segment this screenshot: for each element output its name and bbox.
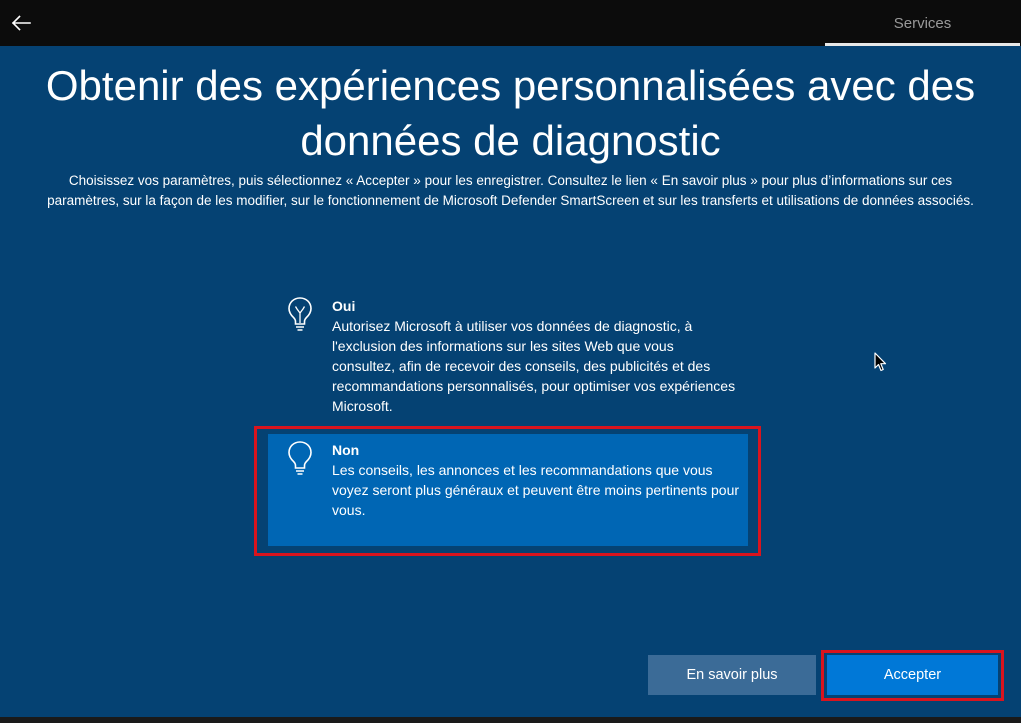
tab-services[interactable]: Services [825, 0, 1020, 46]
learn-more-button[interactable]: En savoir plus [648, 655, 816, 695]
bottom-strip [0, 717, 1021, 723]
back-button[interactable] [4, 6, 38, 40]
lightbulb-on-icon [288, 297, 312, 331]
option-non[interactable]: Non Les conseils, les annonces et les re… [268, 434, 748, 546]
lightbulb-off-icon [288, 441, 312, 475]
option-oui[interactable]: Oui Autorisez Microsoft à utiliser vos d… [268, 290, 748, 420]
option-non-title: Non [332, 442, 360, 458]
page-title: Obtenir des expériences personnalisées a… [45, 62, 976, 164]
accept-button[interactable]: Accepter [827, 655, 998, 695]
arrow-left-icon [11, 15, 31, 31]
top-bar: Services [0, 0, 1021, 46]
page-subtitle: Choisissez vos paramètres, puis sélectio… [47, 173, 974, 208]
option-oui-title: Oui [332, 298, 356, 314]
option-non-description: Les conseils, les annonces et les recomm… [332, 462, 740, 518]
mouse-cursor-icon [874, 352, 887, 372]
main-panel: Obtenir des expériences personnalisées a… [0, 46, 1021, 717]
option-oui-description: Autorisez Microsoft à utiliser vos donné… [332, 318, 736, 414]
